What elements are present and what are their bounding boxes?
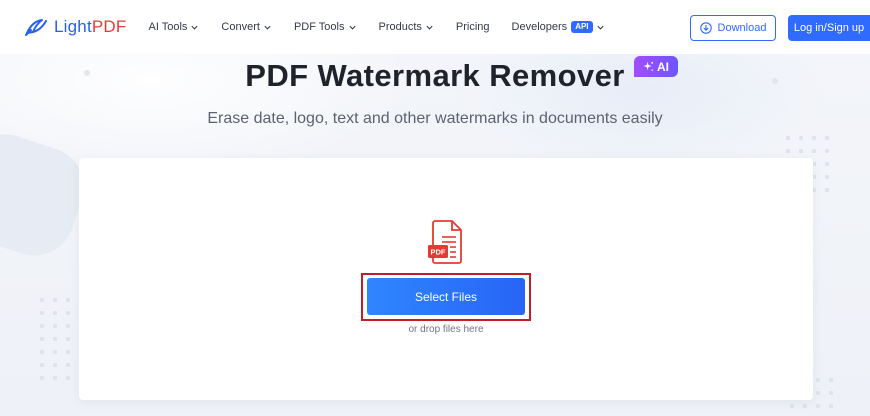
lightpdf-logo[interactable]: LightPDF [24,17,126,37]
pdf-file-label: PDF [431,248,446,257]
logo-text: LightPDF [54,17,127,36]
download-circle-icon [699,22,712,34]
upload-dropzone[interactable]: PDF Select Files or drop files here [79,158,813,400]
menu-products[interactable]: Products [379,21,434,33]
menu-label: Pricing [455,21,490,33]
login-label: Log in/Sign up [793,22,865,34]
menu-convert[interactable]: Convert [221,21,272,33]
download-button[interactable]: Download [690,15,776,41]
ai-badge: AI [634,56,678,77]
select-files-label: Select Files [414,289,478,304]
page-title: PDF Watermark Remover [245,58,625,93]
page-subtitle: Erase date, logo, text and other waterma… [207,110,663,127]
menu-label: Developers [511,21,568,33]
top-navigation: LightPDF AI Tools Convert PDF Tools Prod… [0,0,870,54]
ai-badge-label: AI [657,59,669,74]
menu-pricing[interactable]: Pricing [456,21,490,33]
menu-label: Products [378,21,422,33]
main-menu: AI Tools Convert PDF Tools Products Pric… [148,21,626,33]
pdf-file-icon: PDF [428,220,462,264]
chevron-down-icon [596,25,604,30]
menu-developers[interactable]: Developers API [512,21,605,33]
select-files-button[interactable]: Select Files [367,278,525,315]
chevron-down-icon [348,25,356,30]
sparkle-icon [643,61,654,71]
chevron-down-icon [264,25,271,30]
logo-swoosh-icon [25,19,47,36]
menu-label: Convert [221,21,260,33]
drop-hint: or drop files here [408,324,484,335]
decorative-dot-grid [40,298,83,380]
chevron-down-icon [426,25,433,30]
menu-ai-tools[interactable]: AI Tools [148,21,199,33]
menu-pdf-tools[interactable]: PDF Tools [294,21,357,33]
menu-label: AI Tools [148,21,188,33]
hero-title-wrap: PDF Watermark Remover [0,58,870,94]
api-badge: API [571,21,593,33]
chevron-down-icon [191,25,199,30]
download-label: Download [717,22,767,34]
login-signup-button[interactable]: Log in/Sign up [788,15,870,41]
menu-label: PDF Tools [293,21,345,33]
